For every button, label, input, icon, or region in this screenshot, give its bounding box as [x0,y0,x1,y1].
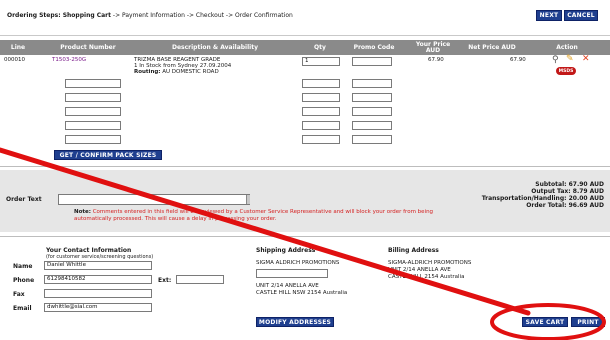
annotation-circle [490,303,606,340]
annotation-arrow-line [0,147,531,316]
red-annotation [0,147,606,340]
